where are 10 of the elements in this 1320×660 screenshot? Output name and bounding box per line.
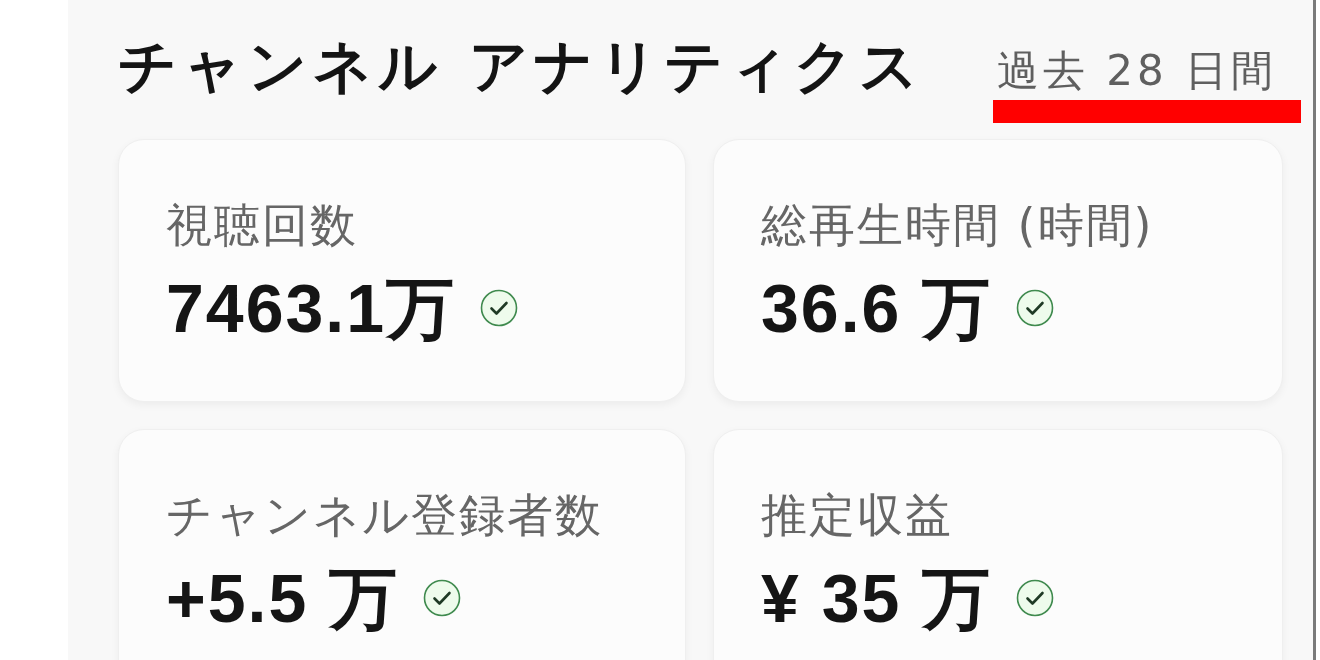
panel-title: チャンネル アナリティクス bbox=[118, 31, 925, 102]
metric-value: ¥ 35 万 bbox=[761, 558, 993, 638]
period-label: 過去 28 日間 bbox=[997, 46, 1278, 97]
metric-label: 視聴回数 bbox=[166, 198, 358, 254]
metric-value: 7463.1万 bbox=[166, 268, 456, 348]
metric-label: 総再生時間 (時間) bbox=[761, 198, 1154, 254]
metric-value: +5.5 万 bbox=[166, 558, 400, 638]
metric-label: 推定収益 bbox=[761, 488, 953, 544]
metric-label: チャンネル登録者数 bbox=[166, 488, 603, 544]
metric-value: 36.6 万 bbox=[761, 268, 993, 348]
